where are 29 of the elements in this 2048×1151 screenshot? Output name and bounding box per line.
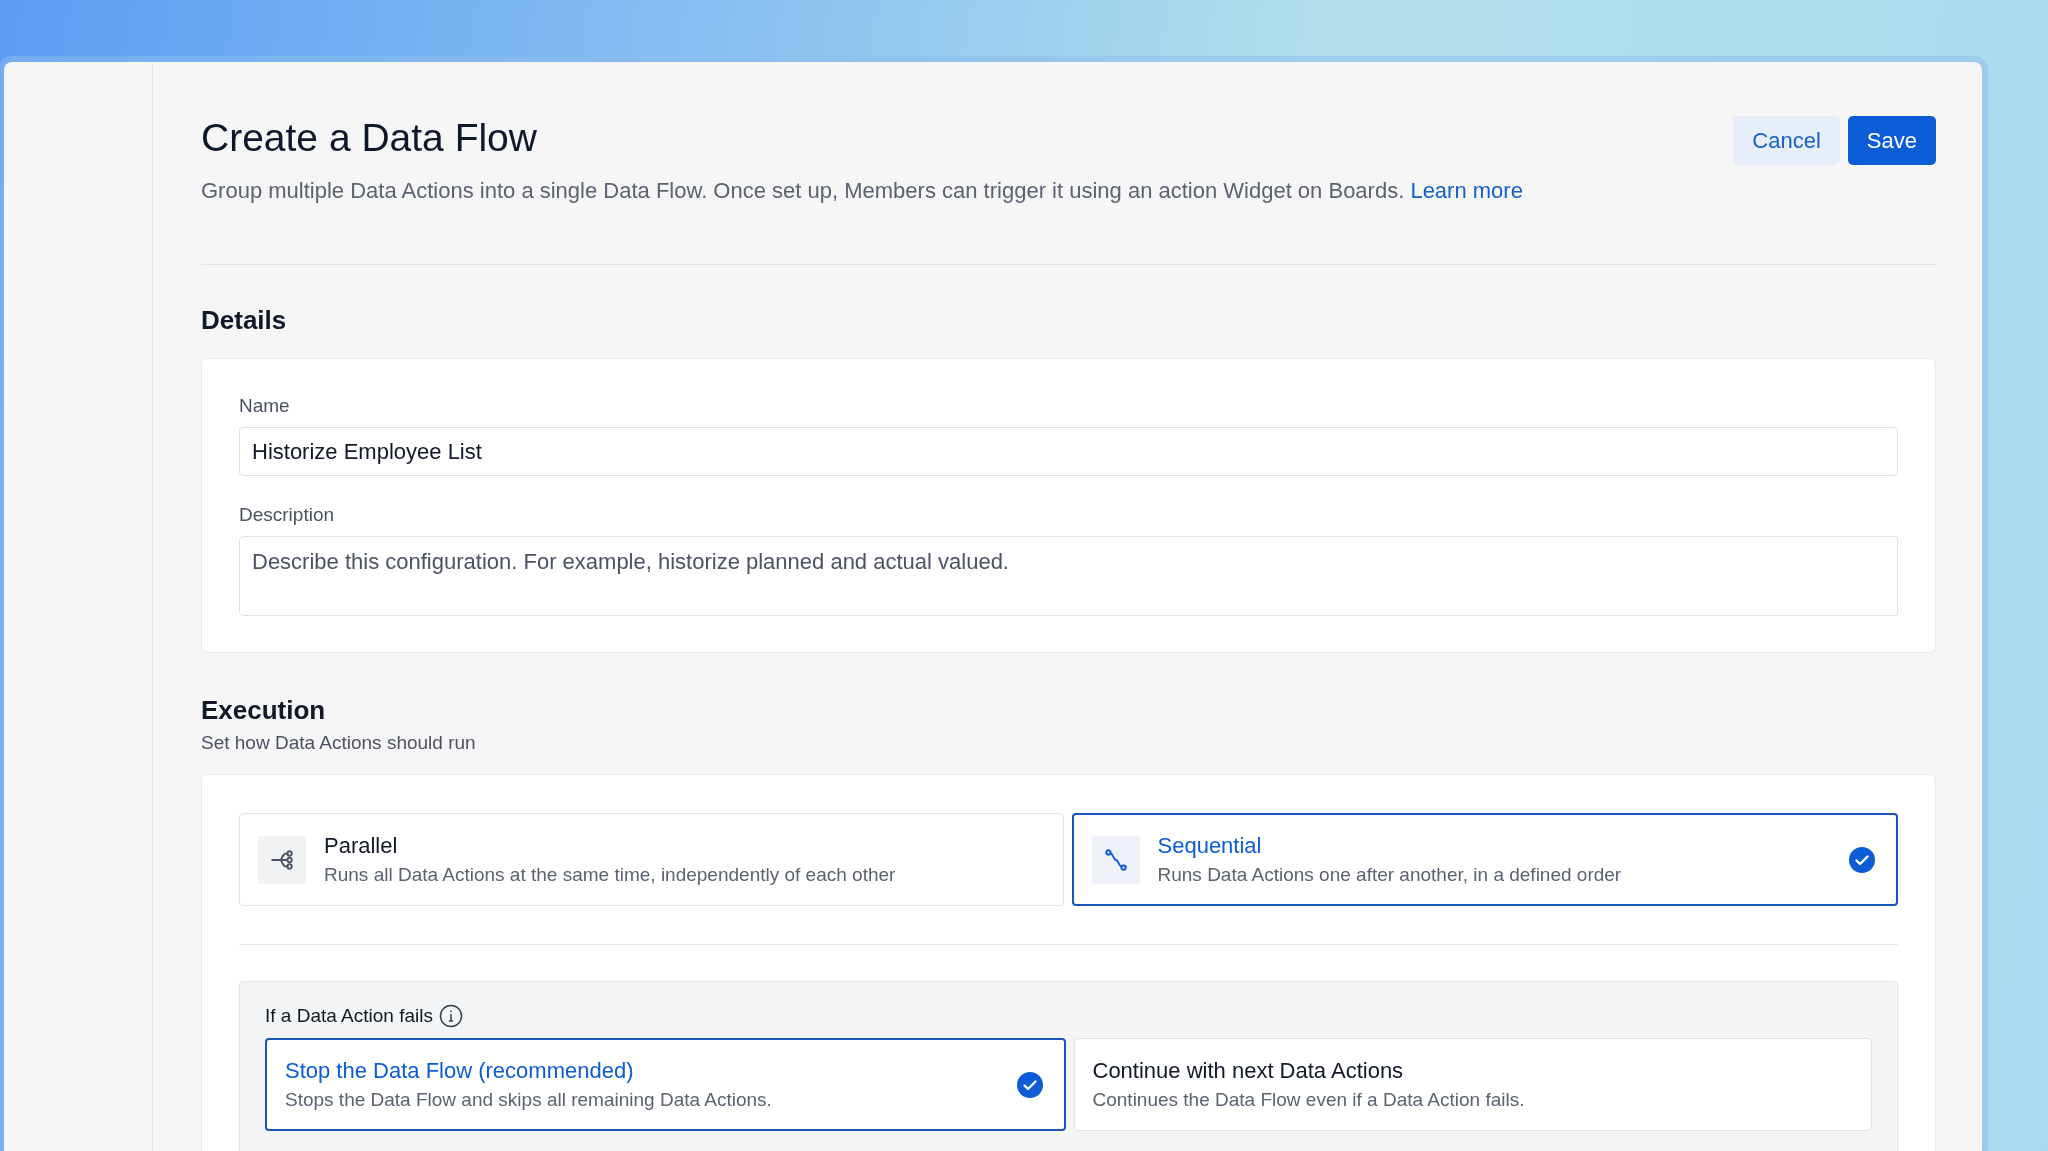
field-label: Name: [239, 395, 291, 417]
steps-icon: [1102, 846, 1129, 873]
check-icon: [1016, 1071, 1043, 1098]
failure-option[interactable]: Continue with next Data Actions Continues the Data Flow even if a Data Action fails.: [1073, 1038, 1872, 1131]
option-title: Parallel: [324, 833, 399, 859]
failure-label: If a Data Action fails: [265, 1005, 433, 1027]
description-textarea[interactable]: Describe this configuration. For example, historize planned and actual valued.: [239, 536, 1898, 616]
option-title: Stop the Data Flow (recommended): [285, 1058, 635, 1084]
info-icon[interactable]: [438, 1004, 463, 1028]
field-label: Description: [239, 504, 336, 526]
option-description: Continues the Data Flow even if a Data Action fails.: [1092, 1089, 1526, 1111]
option-description: Stops the Data Flow and skips all remaining Data Actions.: [285, 1089, 773, 1111]
cancel-button[interactable]: Cancel: [1733, 116, 1840, 165]
page-title: Create a Data Flow: [201, 116, 538, 160]
option-description: Runs Data Actions one after another, in a defined order: [1157, 864, 1623, 886]
section-subtitle: Set how Data Actions should run: [201, 732, 477, 754]
option-description: Runs all Data Actions at the same time, independently of each other: [324, 864, 897, 886]
learn-more-link[interactable]: Learn more: [1410, 178, 1523, 203]
failure-option[interactable]: Stop the Data Flow (recommended) Stops the Data Flow and skips all remaining Data Actions.: [265, 1038, 1066, 1131]
check-icon: [1849, 846, 1875, 873]
name-input[interactable]: Historize Employee List: [239, 427, 1898, 476]
save-button[interactable]: Save: [1847, 116, 1936, 165]
execution-option[interactable]: Parallel Runs all Data Actions at the same time, independently of each other: [239, 813, 1064, 906]
page-description: Group multiple Data Actions into a single Data Flow. Once set up, Members can trigger it using an action Widget on Boards. Learn more: [201, 178, 1523, 204]
option-title: Sequential: [1157, 833, 1263, 859]
execution-option[interactable]: Sequential Runs Data Actions one after another, in a defined order: [1071, 813, 1898, 906]
section-heading: Execution: [201, 695, 327, 726]
option-title: Continue with next Data Actions: [1092, 1058, 1405, 1084]
section-heading: Details: [201, 305, 288, 336]
